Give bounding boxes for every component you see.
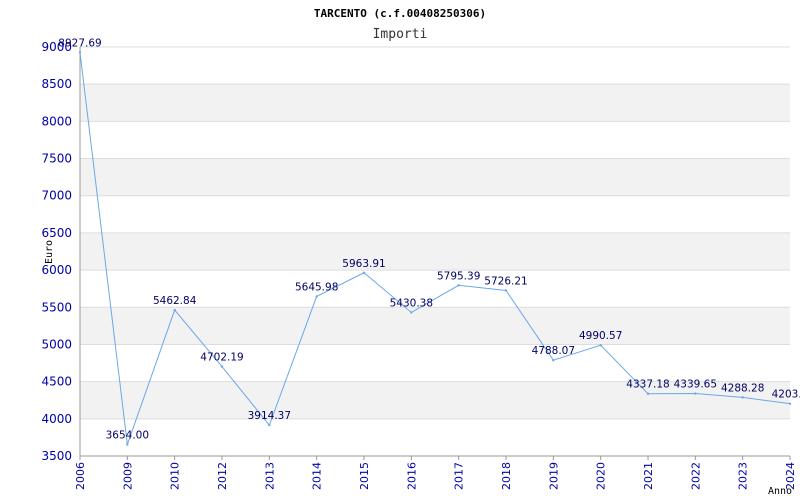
data-point	[220, 365, 224, 368]
grid-band	[80, 84, 790, 122]
x-tick-label: 2021	[642, 462, 655, 490]
data-point	[646, 392, 650, 395]
x-tick-label: 2016	[405, 462, 418, 490]
data-point	[599, 343, 602, 347]
data-label: 4203.7	[772, 389, 800, 401]
x-tick-label: 2022	[689, 462, 702, 490]
grid-band	[80, 158, 790, 196]
data-label: 4990.57	[579, 330, 622, 342]
data-label: 5462.84	[153, 295, 197, 307]
x-tick-label: 2023	[737, 462, 750, 490]
y-tick-label: 8000	[41, 114, 72, 128]
data-label: 5963.91	[342, 258, 385, 270]
grid-band	[80, 232, 790, 271]
data-point	[362, 271, 366, 274]
x-tick-label: 2014	[311, 462, 324, 490]
data-label: 3654.00	[106, 430, 149, 442]
y-axis-label: Euro	[44, 240, 55, 264]
data-label: 4339.65	[674, 379, 717, 391]
data-point	[552, 359, 555, 362]
data-label: 3914.37	[248, 410, 291, 422]
y-tick-label: 4000	[41, 412, 72, 426]
data-point	[504, 289, 508, 292]
x-tick-label: 2015	[358, 462, 371, 490]
data-point	[126, 443, 129, 446]
data-point	[694, 392, 697, 395]
y-tick-label: 4500	[41, 375, 72, 389]
y-tick-label: 5000	[41, 337, 72, 351]
y-tick-label: 7000	[41, 189, 72, 203]
grid-bands	[80, 84, 790, 419]
data-point	[315, 295, 318, 298]
y-tick-label: 8500	[41, 77, 72, 91]
y-tick-label: 6000	[41, 263, 72, 277]
y-tick-label: 3500	[41, 449, 72, 463]
x-tick-label: 2006	[74, 462, 87, 490]
y-tick-label: 6500	[41, 226, 72, 240]
data-label: 4788.07	[532, 345, 575, 357]
data-label: 5726.21	[484, 275, 527, 287]
data-point	[457, 284, 460, 287]
data-point	[173, 308, 176, 312]
x-tick-label: 2013	[263, 462, 276, 490]
x-tick-label: 2010	[169, 462, 182, 490]
data-label: 5795.39	[437, 270, 480, 282]
chart-subtitle: Importi	[373, 27, 428, 42]
data-label: 4288.28	[721, 382, 764, 394]
data-label: 5645.98	[295, 281, 338, 293]
y-tick-label: 5500	[41, 300, 72, 314]
data-point	[78, 51, 82, 54]
data-label: 8927.69	[58, 37, 101, 49]
x-tick-label: 2020	[595, 462, 608, 490]
x-tick-label: 2017	[453, 462, 466, 490]
data-label: 4702.19	[200, 352, 243, 364]
data-point	[741, 396, 744, 399]
data-label: 5430.38	[390, 297, 433, 309]
y-tick-label: 7500	[41, 152, 72, 166]
data-point	[410, 311, 413, 314]
x-axis-label: Anno	[768, 486, 792, 497]
x-tick-label: 2019	[547, 462, 560, 490]
x-tick-label: 2009	[121, 462, 134, 490]
data-point	[788, 402, 792, 405]
grid-band	[80, 307, 790, 345]
x-tick-label: 2012	[216, 462, 229, 490]
line-chart: 3500 4000 4500 5000 5500 6000 6500 7000 7500 8000…	[41, 7, 800, 497]
x-tick-labels: 2006 2009 2010 2012 2013 2014 2015 2016 2017 2018…	[74, 456, 797, 490]
x-tick-label: 2018	[500, 462, 513, 490]
data-point	[268, 423, 271, 427]
data-label: 4337.18	[626, 379, 669, 391]
chart-title: TARCENTO (c.f.00408250306)	[314, 7, 486, 20]
